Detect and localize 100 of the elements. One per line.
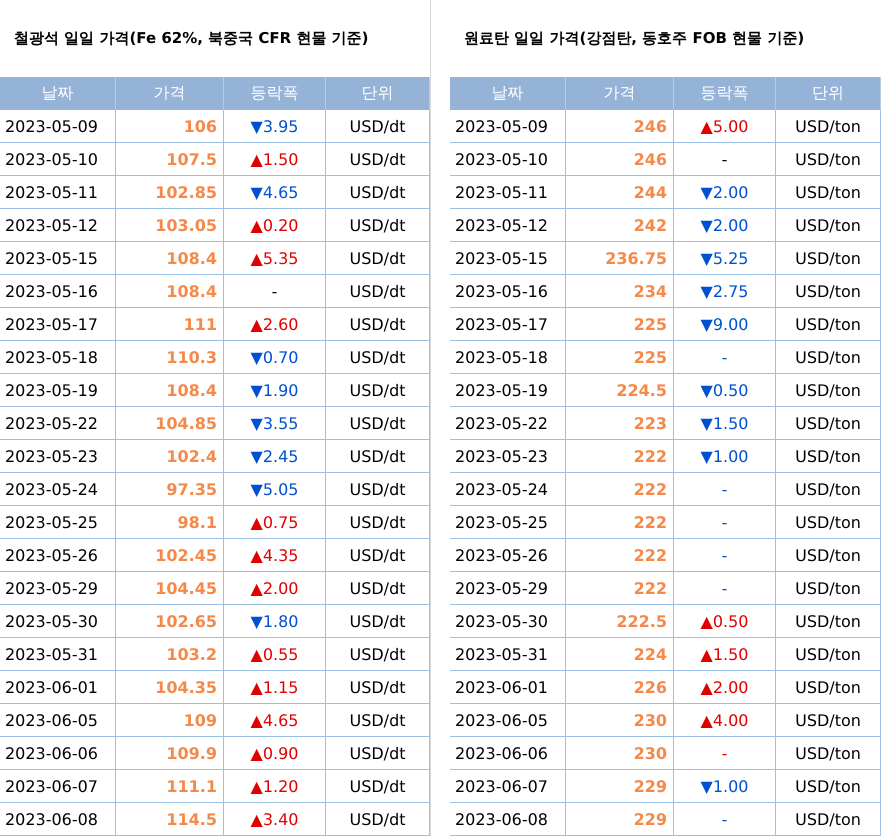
price-cell: 222.5 bbox=[566, 605, 674, 638]
date-cell: 2023-06-06 bbox=[0, 737, 116, 770]
price-cell: 108.4 bbox=[116, 275, 224, 308]
price-cell: 226 bbox=[566, 671, 674, 704]
price-cell: 222 bbox=[566, 440, 674, 473]
price-cell: 103.05 bbox=[116, 209, 224, 242]
date-cell: 2023-05-26 bbox=[0, 539, 116, 572]
change-cell: ▼4.65 bbox=[224, 176, 326, 209]
column-header: 단위 bbox=[326, 77, 430, 110]
unit-cell: USD/dt bbox=[326, 275, 430, 308]
change-cell: ▲0.20 bbox=[224, 209, 326, 242]
price-cell: 224 bbox=[566, 638, 674, 671]
change-cell: - bbox=[674, 737, 776, 770]
price-cell: 97.35 bbox=[116, 473, 224, 506]
column-header: 가격 bbox=[116, 77, 224, 110]
unit-cell: USD/dt bbox=[326, 770, 430, 803]
column-header: 등락폭 bbox=[224, 77, 326, 110]
change-cell: ▼1.80 bbox=[224, 605, 326, 638]
price-cell: 246 bbox=[566, 143, 674, 176]
column-header: 날짜 bbox=[450, 77, 566, 110]
date-cell: 2023-05-22 bbox=[0, 407, 116, 440]
unit-cell: USD/dt bbox=[326, 242, 430, 275]
price-cell: 102.4 bbox=[116, 440, 224, 473]
table-title: 철광석 일일 가격(Fe 62%, 북중국 CFR 현물 기준) bbox=[13, 28, 370, 49]
price-cell: 104.45 bbox=[116, 572, 224, 605]
column-header: 가격 bbox=[566, 77, 674, 110]
change-cell: ▲1.50 bbox=[674, 638, 776, 671]
date-cell: 2023-05-23 bbox=[450, 440, 566, 473]
change-cell: ▲5.35 bbox=[224, 242, 326, 275]
date-cell: 2023-05-25 bbox=[0, 506, 116, 539]
date-cell: 2023-05-18 bbox=[450, 341, 566, 374]
date-cell: 2023-05-31 bbox=[0, 638, 116, 671]
change-cell: ▲1.15 bbox=[224, 671, 326, 704]
change-cell: ▼0.50 bbox=[674, 374, 776, 407]
change-cell: ▲4.00 bbox=[674, 704, 776, 737]
price-cell: 222 bbox=[566, 473, 674, 506]
price-cell: 111.1 bbox=[116, 770, 224, 803]
price-cell: 222 bbox=[566, 572, 674, 605]
price-cell: 98.1 bbox=[116, 506, 224, 539]
change-cell: ▲4.65 bbox=[224, 704, 326, 737]
date-cell: 2023-05-22 bbox=[450, 407, 566, 440]
date-cell: 2023-05-12 bbox=[450, 209, 566, 242]
unit-cell: USD/dt bbox=[326, 473, 430, 506]
unit-cell: USD/ton bbox=[776, 440, 881, 473]
unit-cell: USD/ton bbox=[776, 275, 881, 308]
column-header: 날짜 bbox=[0, 77, 116, 110]
unit-cell: USD/dt bbox=[326, 506, 430, 539]
unit-cell: USD/dt bbox=[326, 374, 430, 407]
price-cell: 229 bbox=[566, 770, 674, 803]
date-cell: 2023-05-29 bbox=[450, 572, 566, 605]
price-cell: 236.75 bbox=[566, 242, 674, 275]
price-cell: 108.4 bbox=[116, 374, 224, 407]
change-cell: ▼5.25 bbox=[674, 242, 776, 275]
date-cell: 2023-06-05 bbox=[0, 704, 116, 737]
unit-cell: USD/dt bbox=[326, 407, 430, 440]
unit-cell: USD/ton bbox=[776, 374, 881, 407]
date-cell: 2023-05-15 bbox=[0, 242, 116, 275]
unit-cell: USD/ton bbox=[776, 737, 881, 770]
date-cell: 2023-06-07 bbox=[0, 770, 116, 803]
date-cell: 2023-05-23 bbox=[0, 440, 116, 473]
price-cell: 222 bbox=[566, 506, 674, 539]
unit-cell: USD/ton bbox=[776, 671, 881, 704]
unit-cell: USD/ton bbox=[776, 176, 881, 209]
change-cell: - bbox=[674, 473, 776, 506]
unit-cell: USD/dt bbox=[326, 803, 430, 836]
unit-cell: USD/dt bbox=[326, 176, 430, 209]
change-cell: ▲0.75 bbox=[224, 506, 326, 539]
price-cell: 104.85 bbox=[116, 407, 224, 440]
change-cell: - bbox=[674, 803, 776, 836]
unit-cell: USD/dt bbox=[326, 539, 430, 572]
date-cell: 2023-05-30 bbox=[0, 605, 116, 638]
date-cell: 2023-05-26 bbox=[450, 539, 566, 572]
date-cell: 2023-05-11 bbox=[450, 176, 566, 209]
unit-cell: USD/ton bbox=[776, 110, 881, 143]
change-cell: ▲2.00 bbox=[674, 671, 776, 704]
price-cell: 223 bbox=[566, 407, 674, 440]
date-cell: 2023-05-09 bbox=[450, 110, 566, 143]
change-cell: ▼1.90 bbox=[224, 374, 326, 407]
change-cell: ▼9.00 bbox=[674, 308, 776, 341]
change-cell: ▲5.00 bbox=[674, 110, 776, 143]
unit-cell: USD/dt bbox=[326, 605, 430, 638]
price-cell: 114.5 bbox=[116, 803, 224, 836]
price-cell: 242 bbox=[566, 209, 674, 242]
date-cell: 2023-06-05 bbox=[450, 704, 566, 737]
price-cell: 222 bbox=[566, 539, 674, 572]
price-cell: 246 bbox=[566, 110, 674, 143]
unit-cell: USD/dt bbox=[326, 341, 430, 374]
price-cell: 224.5 bbox=[566, 374, 674, 407]
date-cell: 2023-06-07 bbox=[450, 770, 566, 803]
change-cell: ▼1.00 bbox=[674, 770, 776, 803]
change-cell: ▼1.00 bbox=[674, 440, 776, 473]
unit-cell: USD/ton bbox=[776, 143, 881, 176]
change-cell: ▲0.90 bbox=[224, 737, 326, 770]
unit-cell: USD/ton bbox=[776, 407, 881, 440]
price-cell: 110.3 bbox=[116, 341, 224, 374]
change-cell: ▼3.95 bbox=[224, 110, 326, 143]
price-cell: 107.5 bbox=[116, 143, 224, 176]
date-cell: 2023-05-10 bbox=[450, 143, 566, 176]
date-cell: 2023-05-12 bbox=[0, 209, 116, 242]
price-cell: 229 bbox=[566, 803, 674, 836]
